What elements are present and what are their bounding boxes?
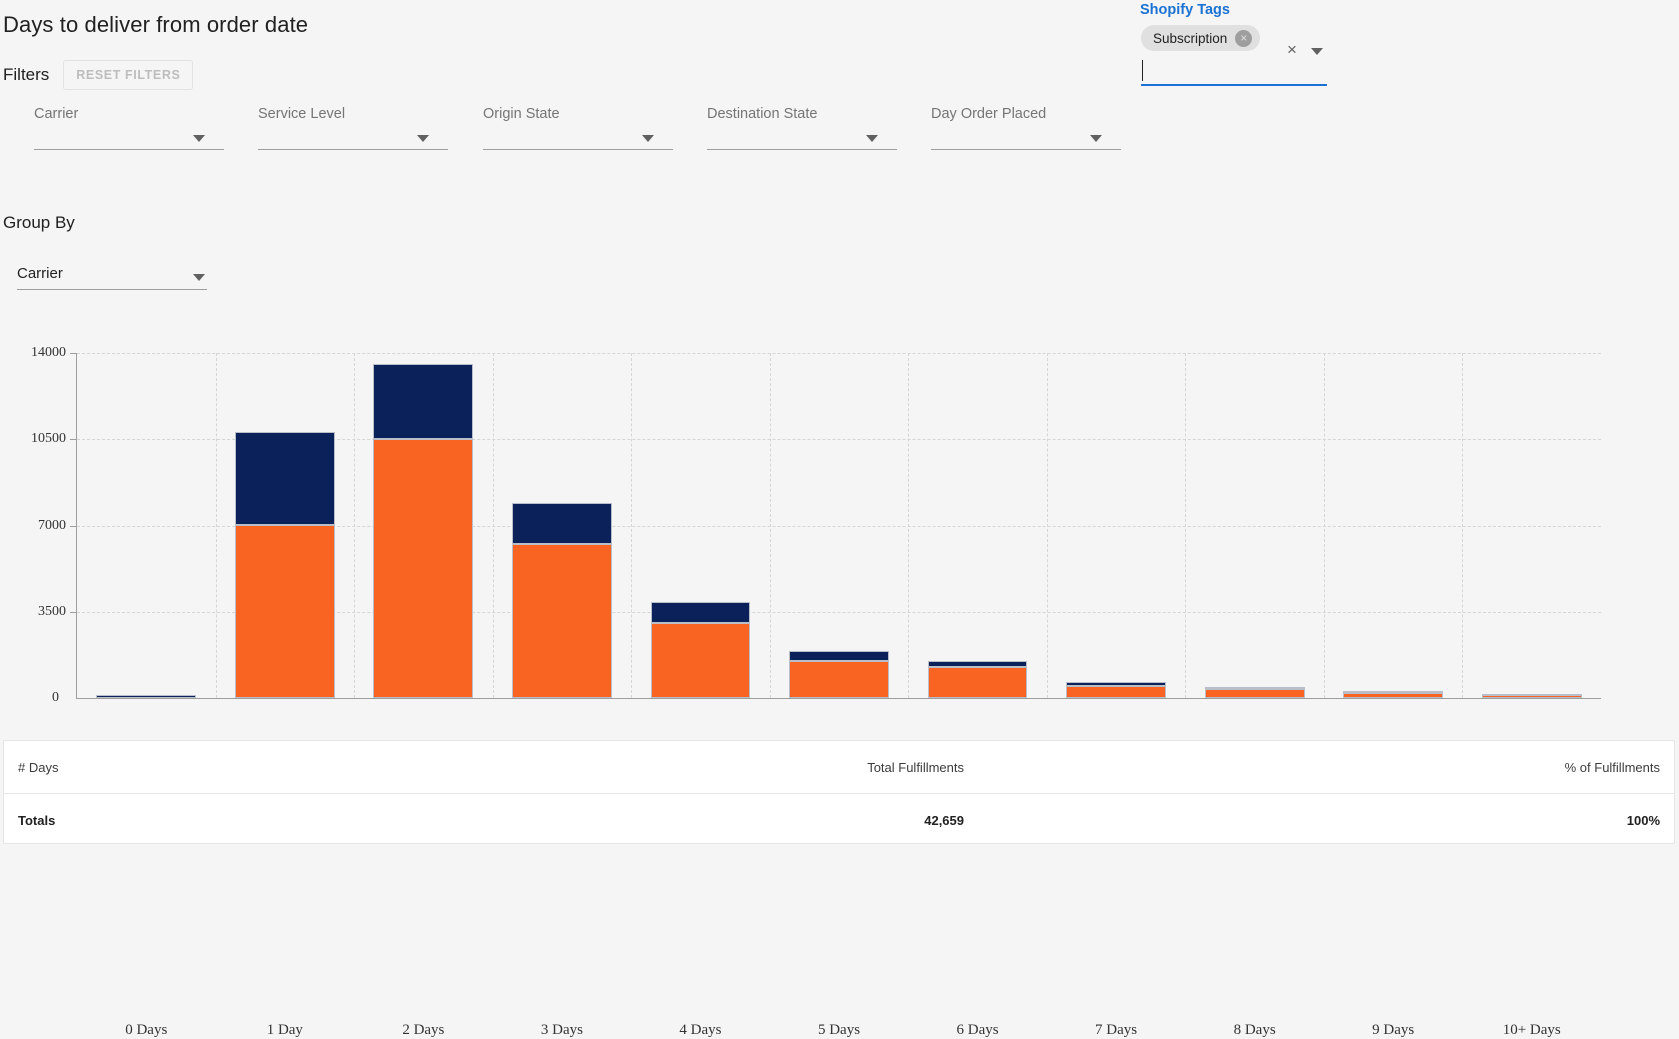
bar-segment-orange[interactable] xyxy=(373,439,474,698)
bar-8-days[interactable] xyxy=(1204,686,1305,698)
bar-segment-orange[interactable] xyxy=(1343,693,1444,698)
x-axis-tick-label: 5 Days xyxy=(817,1022,861,1038)
chevron-down-icon[interactable] xyxy=(866,135,878,142)
filter-underline xyxy=(483,149,673,150)
chevron-down-icon[interactable] xyxy=(642,135,654,142)
bar-segment-orange[interactable] xyxy=(789,661,889,698)
bar-0-days[interactable] xyxy=(96,695,197,698)
row-pct-fulfillments: 100% xyxy=(1626,812,1660,828)
vertical-gridline xyxy=(631,353,633,698)
filters-label: Filters xyxy=(3,65,50,84)
group-by-label: Group By xyxy=(3,213,75,232)
group-by-dropdown[interactable]: Carrier xyxy=(17,265,207,290)
bar-segment-navy[interactable] xyxy=(234,431,335,526)
filter-underline xyxy=(707,149,897,150)
bar-6-days[interactable] xyxy=(927,661,1028,698)
bar-4-days[interactable] xyxy=(650,601,751,698)
chevron-down-icon[interactable] xyxy=(193,135,205,142)
fulfillment-bar-chart: 0 3500 7000 10500 14000 0 Days 1 Day 2 Days 3 Da… xyxy=(0,318,1679,1038)
vertical-gridline xyxy=(354,353,356,698)
x-axis-tick-label: 9 Days xyxy=(1372,1022,1415,1038)
clear-icon[interactable]: × xyxy=(1287,40,1297,60)
x-axis-tick-label: 0 Days xyxy=(125,1022,168,1038)
chip-label: Subscription xyxy=(1153,30,1228,46)
bar-segment-orange[interactable] xyxy=(1066,685,1166,698)
gridline xyxy=(77,353,1601,354)
bar-segment-orange[interactable] xyxy=(1204,689,1305,698)
reset-filters-button[interactable]: RESET FILTERS xyxy=(63,60,194,90)
y-axis-tick-label: 7000 xyxy=(38,517,66,533)
filter-underline xyxy=(34,149,224,150)
summary-table: # Days Total Fulfillments % of Fulfillme… xyxy=(3,740,1675,844)
page-title: Days to deliver from order date xyxy=(3,12,309,37)
x-axis-tick-label: 10+ Days xyxy=(1502,1022,1561,1038)
x-axis-tick-label: 4 Days xyxy=(679,1022,722,1038)
x-axis-tick-label: 7 Days xyxy=(1095,1022,1138,1038)
x-axis-tick-label: 3 Days xyxy=(540,1022,583,1038)
vertical-gridline xyxy=(769,353,771,698)
chevron-down-icon[interactable] xyxy=(417,135,429,142)
filter-label: Service Level xyxy=(258,106,346,122)
vertical-gridline xyxy=(1323,353,1325,698)
group-by-underline xyxy=(17,289,207,290)
y-axis-tick-label: 10500 xyxy=(31,431,66,447)
bar-5-days[interactable] xyxy=(789,651,889,698)
x-axis-tick-label: 1 Day xyxy=(266,1022,303,1038)
chevron-down-icon[interactable] xyxy=(1090,135,1102,142)
table-header-row: # Days Total Fulfillments % of Fulfillme… xyxy=(4,741,1674,794)
report-page: Days to deliver from order date Filters … xyxy=(0,0,1679,1038)
vertical-gridline xyxy=(492,353,494,698)
bar-segment-orange[interactable] xyxy=(234,525,335,698)
y-axis-tick-label: 3500 xyxy=(38,603,66,619)
bar-segment-navy[interactable] xyxy=(650,601,751,623)
bar-segment-navy[interactable] xyxy=(512,503,612,544)
x-axis-tick-label: 8 Days xyxy=(1233,1022,1276,1038)
row-total-fulfillments: 42,659 xyxy=(924,812,964,828)
shopify-tags-input[interactable] xyxy=(1141,84,1327,86)
chevron-down-icon[interactable] xyxy=(193,274,205,281)
x-axis-tick-label: 6 Days xyxy=(956,1022,999,1038)
x-axis xyxy=(76,698,1601,699)
table-row: Totals 42,659 100% xyxy=(4,794,1674,846)
filter-label: Day Order Placed xyxy=(931,106,1047,122)
chevron-down-icon[interactable] xyxy=(1311,48,1323,55)
filter-label: Carrier xyxy=(34,106,79,122)
filter-underline xyxy=(931,149,1121,150)
filters-header: Filters RESET FILTERS xyxy=(3,60,194,90)
bar-segment-orange[interactable] xyxy=(1481,694,1582,698)
filter-label: Destination State xyxy=(707,106,818,122)
bar-segment-navy[interactable] xyxy=(789,651,889,662)
filter-label: Origin State xyxy=(483,106,560,122)
text-cursor xyxy=(1142,60,1143,81)
vertical-gridline xyxy=(1462,353,1464,698)
y-axis-tick-label: 14000 xyxy=(31,345,66,360)
shopify-tags-label: Shopify Tags xyxy=(1140,2,1230,18)
y-axis-tick-label: 0 xyxy=(52,690,59,705)
filter-chip-subscription[interactable]: Subscription × xyxy=(1141,25,1261,51)
bar-3-days[interactable] xyxy=(512,503,612,698)
bar-segment-navy[interactable] xyxy=(373,364,474,440)
column-header-pct: % of Fulfillments xyxy=(1564,759,1660,775)
bar-segment-navy[interactable] xyxy=(96,695,197,698)
filters-row: Carrier Service Level Origin State Destinat… xyxy=(0,100,1679,200)
vertical-gridline xyxy=(1046,353,1048,698)
bar-segment-orange[interactable] xyxy=(927,667,1028,698)
vertical-gridline xyxy=(1185,353,1187,698)
y-axis xyxy=(76,353,77,699)
group-by-value: Carrier xyxy=(17,265,63,282)
column-header-total: Total Fulfillments xyxy=(867,759,964,775)
vertical-gridline xyxy=(215,353,217,698)
bar-segment-orange[interactable] xyxy=(512,543,612,698)
x-axis-tick-label: 2 Days xyxy=(402,1022,445,1038)
bar-2-days[interactable] xyxy=(373,364,474,698)
vertical-gridline xyxy=(908,353,910,698)
bar-1-day[interactable] xyxy=(234,431,335,698)
bar-7-days[interactable] xyxy=(1066,681,1166,698)
bar-segment-orange[interactable] xyxy=(650,622,751,698)
chip-remove-icon[interactable]: × xyxy=(1235,29,1253,47)
bar-10--days[interactable] xyxy=(1481,693,1582,698)
bar-9-days[interactable] xyxy=(1343,691,1444,698)
filter-underline xyxy=(258,149,448,150)
